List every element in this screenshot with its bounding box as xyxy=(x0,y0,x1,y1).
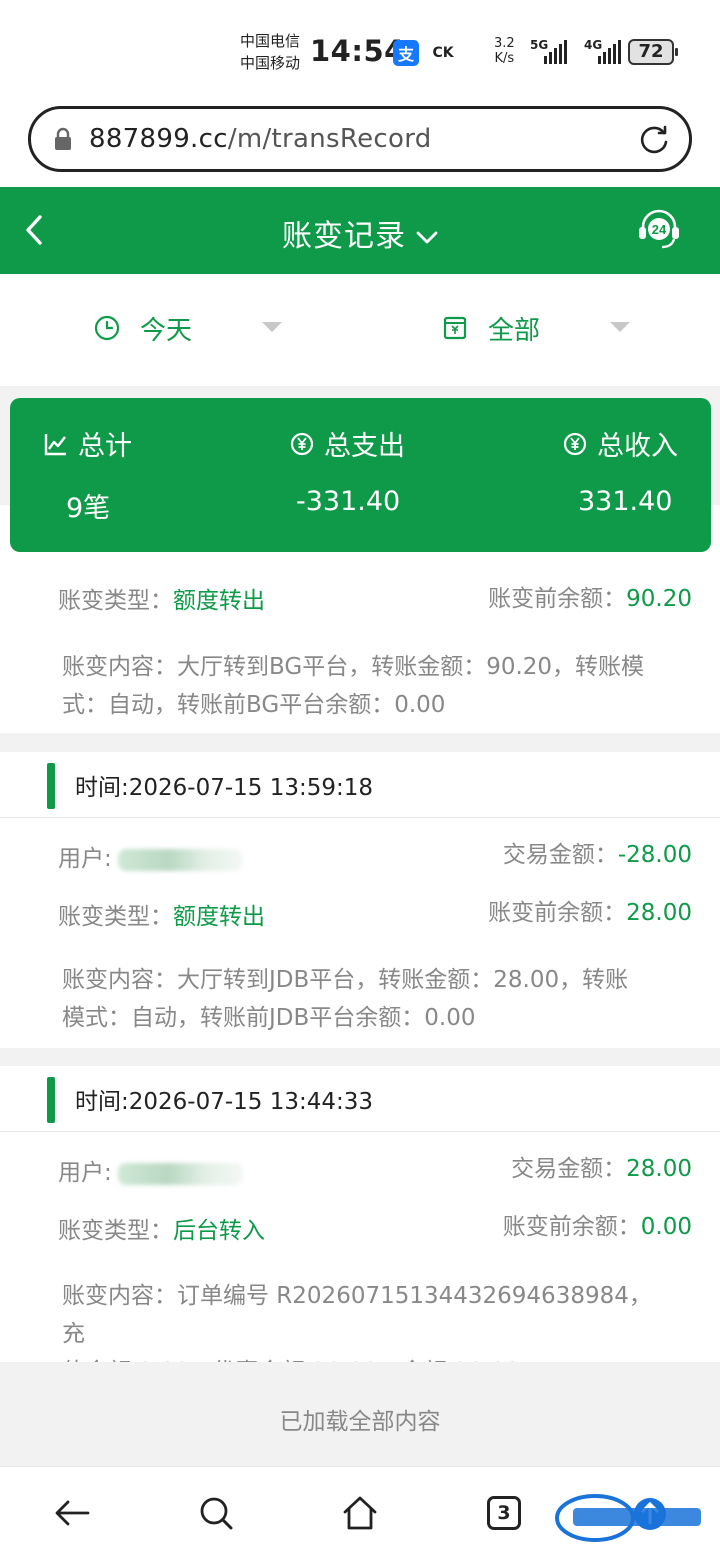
url-host: 887899.cc xyxy=(89,124,228,154)
carrier-1: 中国电信 xyxy=(240,32,301,50)
record-time: 时间:2026-07-15 13:44:33 xyxy=(75,1089,374,1115)
record-time: 时间:2026-07-15 13:59:18 xyxy=(75,775,374,801)
amount-value: -28.00 xyxy=(617,842,692,868)
record-content: 账变内容：大厅转到JDB平台，转账金额：28.00，转账 模式：自动，转账前JD… xyxy=(62,961,672,1037)
caret-down-icon xyxy=(262,322,282,332)
caret-down-icon xyxy=(610,322,630,332)
before-balance-value: 28.00 xyxy=(626,900,692,926)
record-header: 时间:2026-07-15 13:44:33 xyxy=(0,1066,720,1132)
before-balance-label: 账变前余额： xyxy=(488,586,627,612)
customer-service-icon[interactable]: 24 xyxy=(636,206,682,252)
app-header: 账变记录 xyxy=(0,187,720,274)
ledger-icon xyxy=(443,316,467,340)
record-type-row: 账变类型：额度转出 xyxy=(58,581,265,615)
type-value: 额度转出 xyxy=(173,588,265,614)
record-before-balance-row: 账变前余额：28.00 xyxy=(488,893,692,927)
type-label: 账变类型： xyxy=(58,1218,173,1244)
summary-income-label: 总收入 xyxy=(597,431,678,462)
trend-chart-icon xyxy=(44,433,66,455)
before-balance-value: 90.20 xyxy=(626,586,692,612)
page-title-dropdown[interactable]: 账变记录 xyxy=(0,211,720,255)
content-line: 模式：自动，转账前JDB平台余额：0.00 xyxy=(62,1005,476,1031)
record-content: 账变内容：大厅转到BG平台，转账金额：90.20，转账模 式：自动，转账前BG平… xyxy=(62,648,672,724)
before-balance-label: 账变前余额： xyxy=(502,1214,641,1240)
content-line: 账变内容：大厅转到BG平台，转账金额：90.20，转账模 xyxy=(62,654,645,680)
accent-bar xyxy=(47,763,55,809)
clock: 14:54 xyxy=(310,34,405,68)
watermark-logo xyxy=(555,1494,701,1542)
blurred-username xyxy=(117,848,243,871)
support-badge: 24 xyxy=(652,222,667,237)
record-type-row: 账变类型：额度转出 xyxy=(58,897,265,931)
record-amount-row: 交易金额：-28.00 xyxy=(503,835,692,869)
type-filter[interactable]: 全部 xyxy=(442,312,630,346)
url-path: /m/transRecord xyxy=(227,124,432,154)
type-label: 账变类型： xyxy=(58,904,173,930)
summary-expense-value: -331.40 xyxy=(296,486,401,517)
battery-indicator: 72 xyxy=(628,39,678,65)
browser-address-area: 887899.cc/m/transRecord xyxy=(0,100,720,188)
url-text[interactable]: 887899.cc/m/transRecord xyxy=(89,124,432,154)
amount-label: 交易金额： xyxy=(502,842,618,868)
chevron-down-icon xyxy=(416,231,438,243)
type-value: 后台转入 xyxy=(173,1218,265,1244)
yen-circle-icon xyxy=(563,432,587,455)
before-balance-value: 0.00 xyxy=(640,1214,692,1240)
type-value: 额度转出 xyxy=(173,904,265,930)
lock-icon xyxy=(55,127,71,150)
ck-app-icon: CK xyxy=(432,45,454,61)
summary-income-value: 331.40 xyxy=(578,486,673,517)
type-label: 账变类型： xyxy=(58,588,173,614)
clock-icon xyxy=(94,315,120,341)
summary-total-header: 总计 xyxy=(44,424,132,463)
alipay-icon: 支 xyxy=(393,40,419,66)
home-icon[interactable] xyxy=(340,1493,380,1533)
all-loaded-notice: 已加载全部内容 xyxy=(0,1362,720,1466)
network-speed: 3.2 K/s xyxy=(494,36,515,66)
record-before-balance-row: 账变前余额：90.20 xyxy=(488,579,692,613)
blurred-username xyxy=(117,1162,243,1185)
content-line: 账变内容：订单编号 R202607151344326946389​84，充 xyxy=(62,1283,652,1347)
record-type-row: 账变类型：后台转入 xyxy=(58,1211,265,1245)
summary-expense-header: 总支出 xyxy=(290,424,405,463)
summary-total-value: 9笔 xyxy=(66,493,111,524)
tabs-count-button[interactable]: 3 xyxy=(487,1496,521,1530)
record-before-balance-row: 账变前余额：0.00 xyxy=(503,1207,692,1241)
carrier-info: 中国电信 中国移动 xyxy=(240,30,300,74)
record-card: 时间:2026-07-15 13:59:18 用户: 交易金额：-28.00 账… xyxy=(0,752,720,1048)
record-user-row: 用户: xyxy=(58,1153,243,1187)
carrier-2: 中国移动 xyxy=(240,54,301,72)
accent-bar xyxy=(47,1077,55,1123)
network-speed-value: 3.2 xyxy=(494,36,515,51)
network-speed-unit: K/s xyxy=(494,51,515,66)
signal-4g-icon: 4G xyxy=(584,38,624,64)
signal-5g-icon: 5G xyxy=(530,38,576,64)
user-label: 用户: xyxy=(58,846,112,872)
record-amount-row: 交易金额：28.00 xyxy=(511,1149,692,1183)
date-filter-label: 今天 xyxy=(140,315,193,346)
content-line: 账变内容：大厅转到JDB平台，转账金额：28.00，转账 xyxy=(62,967,629,993)
content-line: 式：自动，转账前BG平台余额：0.00 xyxy=(62,692,446,718)
yen-circle-icon xyxy=(290,432,314,455)
summary-total-label: 总计 xyxy=(78,431,132,462)
amount-label: 交易金额： xyxy=(511,1156,627,1182)
address-bar[interactable]: 887899.cc/m/transRecord xyxy=(28,106,692,172)
search-icon[interactable] xyxy=(196,1493,236,1533)
record-user-row: 用户: xyxy=(58,839,243,873)
summary-card: 总计 总支出 总收入 9笔 -331.40 331.40 xyxy=(10,398,711,552)
amount-value: 28.00 xyxy=(626,1156,692,1182)
status-bar: 中国电信 中国移动 14:54 支 CK 3.2 K/s 5G 4G 72 xyxy=(0,0,720,100)
date-filter[interactable]: 今天 xyxy=(94,312,282,346)
reload-icon[interactable] xyxy=(637,123,671,157)
filter-bar: 今天 全部 xyxy=(0,274,720,386)
before-balance-label: 账变前余额： xyxy=(488,900,627,926)
record-card: 时间:2026-07-15 13:44:33 用户: 交易金额：28.00 账变… xyxy=(0,1066,720,1385)
user-label: 用户: xyxy=(58,1160,112,1186)
page-title: 账变记录 xyxy=(282,219,406,254)
summary-expense-label: 总支出 xyxy=(324,431,405,462)
record-header: 时间:2026-07-15 13:59:18 xyxy=(0,752,720,818)
back-arrow-icon[interactable] xyxy=(52,1493,92,1533)
summary-income-header: 总收入 xyxy=(563,424,678,463)
type-filter-label: 全部 xyxy=(488,315,541,346)
